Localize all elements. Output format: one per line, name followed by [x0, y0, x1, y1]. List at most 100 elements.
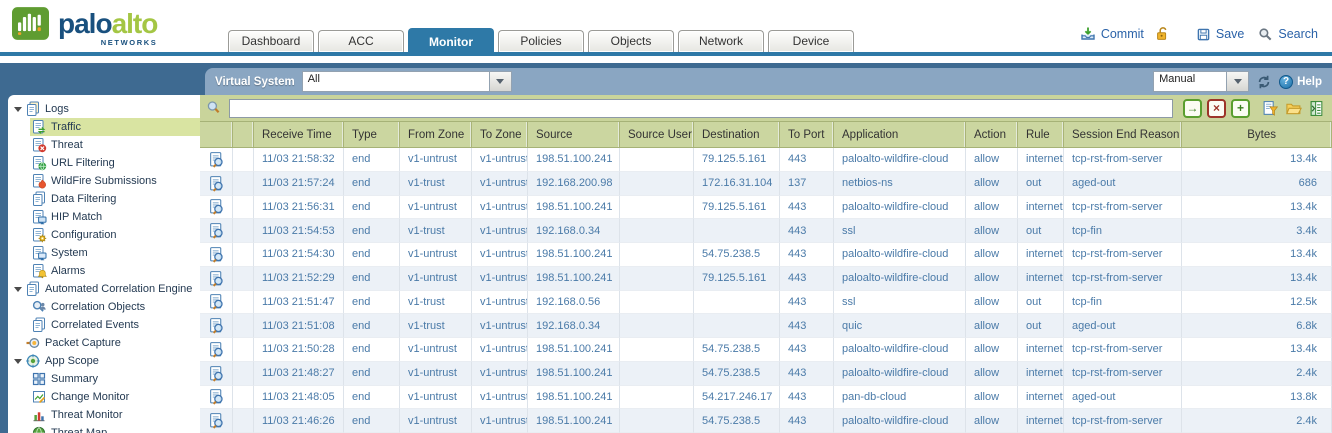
tab-dashboard[interactable]: Dashboard: [228, 30, 314, 52]
cell-session-end-reason: tcp-rst-from-server: [1064, 338, 1182, 362]
column-header-source-user[interactable]: Source User: [620, 122, 694, 147]
log-detail-button[interactable]: [200, 243, 233, 267]
cell-from-zone: v1-untrust: [400, 409, 472, 433]
sidebar-item-configuration[interactable]: Configuration: [8, 226, 200, 244]
sidebar-item-threat[interactable]: Threat: [8, 136, 200, 154]
tab-device[interactable]: Device: [768, 30, 854, 52]
cell-action: allow: [966, 219, 1018, 243]
column-header-action[interactable]: Action: [966, 122, 1018, 147]
log-detail-button[interactable]: [200, 314, 233, 338]
cell-source-user: [620, 267, 694, 291]
packet-capture-icon: [24, 335, 41, 351]
export-button[interactable]: [1307, 100, 1325, 117]
help-icon: ?: [1279, 75, 1293, 89]
apply-filter-button[interactable]: →: [1183, 99, 1202, 118]
column-header-session-end-reason[interactable]: Session End Reason: [1064, 122, 1182, 147]
cell-rule: internet: [1018, 267, 1064, 291]
column-header-destination[interactable]: Destination: [694, 122, 780, 147]
tree-expander-icon[interactable]: [12, 287, 24, 292]
sidebar-item-data-filtering[interactable]: Data Filtering: [8, 190, 200, 208]
log-detail-button[interactable]: [200, 386, 233, 410]
log-detail-button[interactable]: [200, 219, 233, 243]
save-button[interactable]: Save: [1196, 27, 1245, 42]
cell-source: 198.51.100.241: [528, 386, 620, 410]
cell-destination: 79.125.5.161: [694, 148, 780, 172]
commit-button[interactable]: Commit: [1080, 26, 1144, 42]
help-button[interactable]: ? Help: [1279, 75, 1322, 89]
log-detail-button[interactable]: [200, 362, 233, 386]
sidebar-item-correlation-objects[interactable]: Correlation Objects: [8, 298, 200, 316]
monitor-sidebar: LogsTrafficThreatURL FilteringWildFire S…: [8, 95, 200, 433]
sidebar-item-hip-match[interactable]: HIP Match: [8, 208, 200, 226]
chevron-down-icon[interactable]: [1226, 72, 1248, 91]
sidebar-item-alarms[interactable]: Alarms: [8, 262, 200, 280]
column-header-receive-time[interactable]: Receive Time: [254, 122, 344, 147]
sidebar-item-traffic[interactable]: Traffic: [8, 118, 200, 136]
cell-destination: [694, 291, 780, 315]
log-detail-button[interactable]: [200, 291, 233, 315]
column-header-from-zone[interactable]: From Zone: [400, 122, 472, 147]
column-header-to-zone[interactable]: To Zone: [472, 122, 528, 147]
cell-source: 192.168.0.34: [528, 219, 620, 243]
chevron-down-icon[interactable]: [489, 72, 511, 91]
log-flags-cell: [233, 148, 254, 172]
sidebar-item-system[interactable]: System: [8, 244, 200, 262]
log-detail-button[interactable]: [200, 338, 233, 362]
sidebar-item-threat-monitor[interactable]: Threat Monitor: [8, 406, 200, 424]
cell-from-zone: v1-untrust: [400, 386, 472, 410]
cell-destination: [694, 314, 780, 338]
log-flags-cell: [233, 314, 254, 338]
tab-network[interactable]: Network: [678, 30, 764, 52]
sidebar-item-wildfire-submissions[interactable]: WildFire Submissions: [8, 172, 200, 190]
cell-to-port: 137: [780, 172, 834, 196]
sidebar-item-correlated-events[interactable]: Correlated Events: [8, 316, 200, 334]
sidebar-item-logs[interactable]: Logs: [8, 100, 200, 118]
virtual-system-select[interactable]: All: [302, 71, 512, 92]
sidebar-item-url-filtering[interactable]: URL Filtering: [8, 154, 200, 172]
tab-policies[interactable]: Policies: [498, 30, 584, 52]
sidebar-item-summary[interactable]: Summary: [8, 370, 200, 388]
sidebar-item-change-monitor[interactable]: Change Monitor: [8, 388, 200, 406]
load-filter-button[interactable]: [1284, 100, 1302, 117]
sidebar-item-label: Change Monitor: [51, 391, 133, 403]
refresh-mode-select[interactable]: Manual: [1153, 71, 1249, 92]
column-header-bytes[interactable]: Bytes: [1182, 122, 1332, 147]
tab-monitor[interactable]: Monitor: [408, 28, 494, 56]
sidebar-item-app-scope[interactable]: App Scope: [8, 352, 200, 370]
log-detail-button[interactable]: [200, 172, 233, 196]
sidebar-item-packet-capture[interactable]: Packet Capture: [8, 334, 200, 352]
configuration-icon: [30, 227, 47, 243]
virtual-system-value: All: [303, 72, 489, 91]
column-header-application[interactable]: Application: [834, 122, 966, 147]
sidebar-item-threat-map[interactable]: Threat Map: [8, 424, 200, 433]
log-detail-button[interactable]: [200, 196, 233, 220]
column-header-rule[interactable]: Rule: [1018, 122, 1064, 147]
log-detail-button[interactable]: [200, 267, 233, 291]
save-filter-button[interactable]: [1261, 100, 1279, 117]
cell-rule: internet: [1018, 148, 1064, 172]
search-icon: [1258, 27, 1273, 42]
column-header-to-port[interactable]: To Port: [780, 122, 834, 147]
log-detail-button[interactable]: [200, 409, 233, 433]
search-button[interactable]: Search: [1258, 27, 1318, 42]
tab-objects[interactable]: Objects: [588, 30, 674, 52]
tree-expander-icon[interactable]: [12, 107, 24, 112]
cell-type: end: [344, 172, 400, 196]
sidebar-item-automated-correlation-engine[interactable]: Automated Correlation Engine: [8, 280, 200, 298]
traffic-icon: [30, 119, 47, 135]
column-header-type[interactable]: Type: [344, 122, 400, 147]
cell-receive-time: 11/03 21:57:24: [254, 172, 344, 196]
tab-acc[interactable]: ACC: [318, 30, 404, 52]
log-detail-button[interactable]: [200, 148, 233, 172]
add-filter-button[interactable]: +: [1231, 99, 1250, 118]
column-header-source[interactable]: Source: [528, 122, 620, 147]
log-row: 11/03 21:52:29endv1-untrustv1-untrust198…: [200, 267, 1332, 291]
lock-icon[interactable]: [1154, 26, 1170, 42]
clear-filter-button[interactable]: ×: [1207, 99, 1226, 118]
log-filter-input[interactable]: [229, 99, 1173, 118]
tree-expander-icon[interactable]: [12, 359, 24, 364]
cell-receive-time: 11/03 21:58:32: [254, 148, 344, 172]
cell-receive-time: 11/03 21:48:27: [254, 362, 344, 386]
cell-bytes: 3.4k: [1182, 219, 1332, 243]
refresh-icon[interactable]: [1256, 74, 1272, 90]
